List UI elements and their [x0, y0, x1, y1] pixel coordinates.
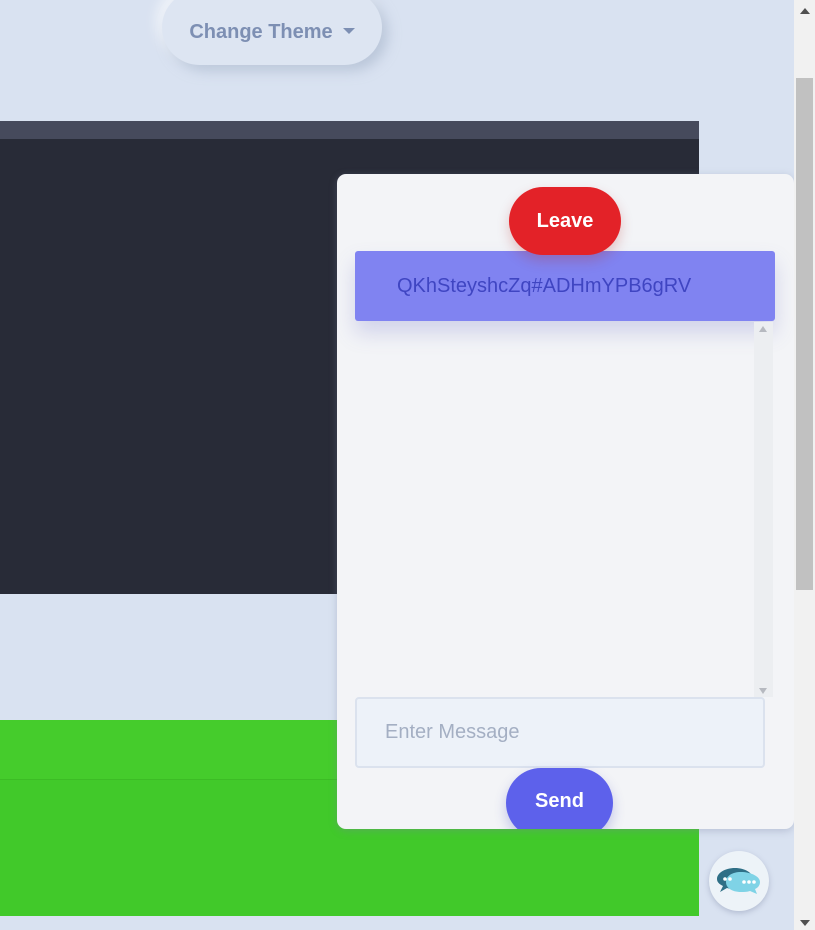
message-list-scrollbar[interactable]	[754, 322, 773, 697]
chat-bubbles-icon	[717, 868, 760, 894]
scroll-up-icon[interactable]	[800, 8, 810, 14]
change-theme-button[interactable]: Change Theme	[162, 0, 382, 65]
scroll-up-arrow-icon[interactable]	[759, 326, 767, 332]
page-scrollbar[interactable]	[794, 0, 815, 930]
scrollbar-thumb[interactable]	[796, 78, 813, 590]
editor-header-bar	[0, 121, 699, 139]
send-button-label: Send	[535, 790, 584, 812]
send-button[interactable]: Send	[506, 768, 613, 829]
room-id-banner: QKhSteyshcZq#ADHmYPB6gRV	[355, 251, 775, 321]
change-theme-label: Change Theme	[189, 21, 333, 43]
chat-panel: QKhSteyshcZq#ADHmYPB6gRV Leave Send	[337, 174, 794, 829]
chat-toggle-button[interactable]	[709, 851, 769, 911]
scroll-down-icon[interactable]	[800, 920, 810, 926]
leave-button[interactable]: Leave	[509, 187, 621, 255]
scroll-down-arrow-icon[interactable]	[759, 688, 767, 694]
room-id-text: QKhSteyshcZq#ADHmYPB6gRV	[397, 274, 692, 297]
leave-button-label: Leave	[536, 209, 594, 232]
message-list	[355, 321, 755, 696]
caret-down-icon	[342, 27, 355, 34]
message-input[interactable]	[355, 697, 765, 768]
page: Change Theme QKhSteyshcZq#ADHmYPB6gRV Le…	[0, 0, 795, 930]
